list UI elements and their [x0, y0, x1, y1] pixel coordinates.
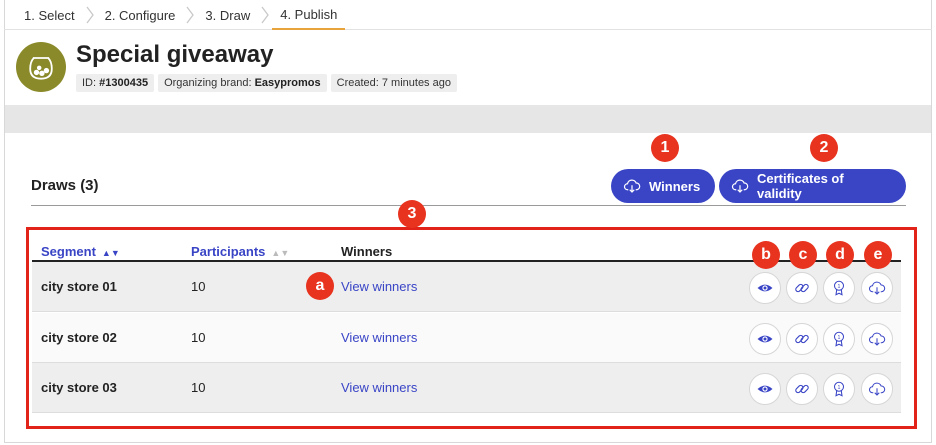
step-draw[interactable]: 3. Draw: [197, 0, 258, 30]
marker-e: e: [864, 241, 892, 269]
cloud-download-icon: [731, 179, 749, 193]
stepper: 1. Select 2. Configure 3. Draw 4. Publis…: [16, 0, 346, 30]
draws-divider: [31, 205, 906, 206]
brand-badge: Organizing brand: Easypromos: [158, 74, 327, 92]
section-band: [5, 105, 931, 133]
id-badge: ID: #1300435: [76, 74, 155, 92]
download-winners-button[interactable]: Winners: [611, 169, 715, 203]
marker-b: b: [752, 241, 780, 269]
highlight-box: [26, 227, 917, 429]
page-title: Special giveaway: [76, 41, 274, 68]
winners-button-label: Winners: [649, 178, 701, 194]
step-configure[interactable]: 2. Configure: [97, 0, 184, 30]
promotion-header: Special giveaway ID: #1300435 Organizing…: [16, 40, 457, 100]
marker-2: 2: [810, 134, 838, 162]
marker-a: a: [306, 272, 334, 300]
draws-title: Draws (3): [31, 177, 99, 194]
step-select[interactable]: 1. Select: [16, 0, 83, 30]
promotion-logo: [16, 42, 66, 92]
chevron-right-icon: [183, 0, 197, 30]
created-badge: Created: 7 minutes ago: [330, 74, 457, 92]
marker-d: d: [826, 241, 854, 269]
download-certificates-button[interactable]: Certificates of validity: [719, 169, 906, 203]
marker-c: c: [789, 241, 817, 269]
marker-3: 3: [398, 200, 426, 228]
fishbowl-icon: [29, 57, 53, 80]
cloud-download-icon: [623, 179, 641, 193]
chevron-right-icon: [83, 0, 97, 30]
certificates-button-label: Certificates of validity: [756, 171, 844, 201]
marker-1: 1: [651, 134, 679, 162]
chevron-right-icon: [258, 0, 272, 30]
step-publish[interactable]: 4. Publish: [272, 0, 346, 30]
